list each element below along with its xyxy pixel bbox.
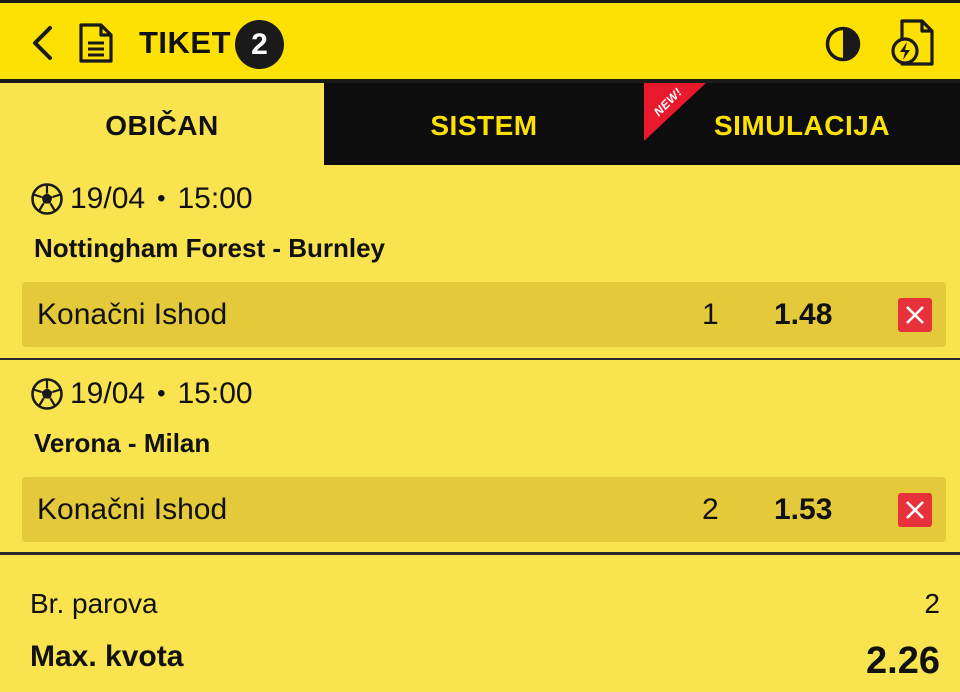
pick-row: Konačni Ishod 2 1.53 [22,477,946,542]
pick-odd: 1.48 [774,298,833,331]
pick-row: Konačni Ishod 1 1.48 [22,282,946,347]
back-button[interactable] [24,23,60,63]
tab-label: SIMULACIJA [713,110,891,141]
separator-dot: • [157,380,166,407]
match-datetime: 19/04 • 15:00 [30,374,253,414]
flash-document-icon [891,19,934,66]
pick-odd: 1.53 [774,493,833,526]
tab-label: SISTEM [430,110,538,141]
remove-selection-button[interactable] [898,493,932,527]
match-time: 15:00 [177,182,253,215]
soccer-ball-icon [31,378,63,410]
soccer-ball-icon [31,183,63,215]
pick-outcome: 1 [702,298,719,331]
match-teams: Nottingham Forest - Burnley [34,233,386,263]
match-date: 19/04 [70,182,146,215]
pairs-count-label: Br. parova [30,588,158,619]
remove-selection-button[interactable] [898,298,932,332]
top-bar: TIKET 2 [0,0,960,83]
match-teams: Verona - Milan [34,428,211,458]
separator-dot: • [157,185,166,212]
page-title: TIKET [139,25,232,60]
ticket-screen: TIKET 2 OBIČAN SISTEM NEW! SIMULACIJA 19… [0,0,960,692]
market-name: Konačni Ishod [37,493,228,526]
tab-sistem[interactable]: SISTEM [324,83,644,165]
tab-obican[interactable]: OBIČAN [0,83,324,165]
bet-selection: 19/04 • 15:00 Nottingham Forest - Burnle… [0,165,960,360]
ticket-type-tabs: OBIČAN SISTEM NEW! SIMULACIJA [0,83,960,165]
match-date: 19/04 [70,377,146,410]
ticket-document-button[interactable] [74,19,118,67]
selection-count-badge: 2 [235,20,284,69]
pairs-count-value: 2 [924,588,940,619]
close-icon [906,306,924,324]
match-time: 15:00 [177,377,253,410]
pick-outcome: 2 [702,493,719,526]
contrast-icon [825,26,861,62]
bet-selection: 19/04 • 15:00 Verona - Milan Konačni Ish… [0,360,960,555]
contrast-toggle-button[interactable] [822,23,864,65]
tab-simulacija[interactable]: NEW! SIMULACIJA [644,83,960,165]
market-name: Konačni Ishod [37,298,228,331]
document-icon [79,23,113,63]
ticket-summary: Br. parova 2 Max. kvota 2.26 [0,558,960,692]
close-icon [906,501,924,519]
match-datetime: 19/04 • 15:00 [30,179,253,219]
quick-ticket-button[interactable] [886,17,938,69]
max-odd-value: 2.26 [866,640,940,682]
tab-label: OBIČAN [105,110,219,141]
chevron-left-icon [33,26,52,60]
max-odd-label: Max. kvota [30,640,184,673]
